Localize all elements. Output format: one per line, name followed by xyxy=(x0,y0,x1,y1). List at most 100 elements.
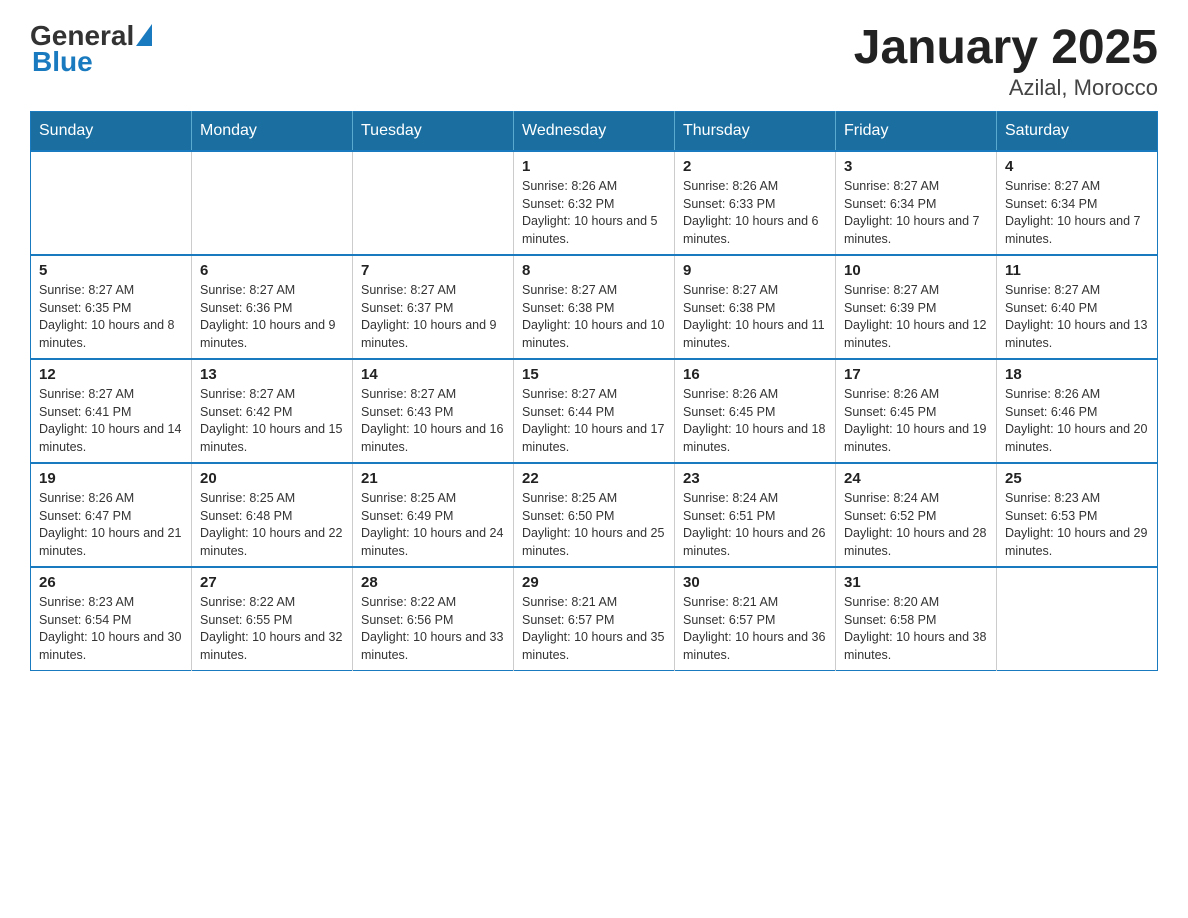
calendar-cell: 6 Sunrise: 8:27 AM Sunset: 6:36 PM Daylig… xyxy=(192,255,353,359)
weekday-header-sunday: Sunday xyxy=(31,112,192,152)
day-number: 29 xyxy=(522,574,666,591)
day-number: 26 xyxy=(39,574,183,591)
day-info: Sunrise: 8:26 AM Sunset: 6:45 PM Dayligh… xyxy=(844,386,988,456)
calendar-cell: 31Sunrise: 8:20 AM Sunset: 6:58 PM Dayli… xyxy=(836,567,997,671)
day-number: 12 xyxy=(39,366,183,383)
calendar-cell: 12 Sunrise: 8:27 AM Sunset: 6:41 PM Dayli… xyxy=(31,359,192,463)
calendar-cell: 7 Sunrise: 8:27 AM Sunset: 6:37 PM Daylig… xyxy=(353,255,514,359)
calendar-cell: 18 Sunrise: 8:26 AM Sunset: 6:46 PM Dayli… xyxy=(997,359,1158,463)
day-info: Sunrise: 8:27 AM Sunset: 6:41 PM Dayligh… xyxy=(39,386,183,456)
calendar-cell: 11Sunrise: 8:27 AM Sunset: 6:40 PM Dayli… xyxy=(997,255,1158,359)
calendar-cell xyxy=(997,567,1158,671)
calendar-week-5: 26 Sunrise: 8:23 AM Sunset: 6:54 PM Dayli… xyxy=(31,567,1158,671)
title-block: January 2025 Azilal, Morocco xyxy=(854,20,1158,101)
calendar-cell: 29Sunrise: 8:21 AM Sunset: 6:57 PM Dayli… xyxy=(514,567,675,671)
day-info: Sunrise: 8:25 AM Sunset: 6:49 PM Dayligh… xyxy=(361,490,505,560)
page-header: General Blue January 2025 Azilal, Morocc… xyxy=(30,20,1158,101)
day-number: 15 xyxy=(522,366,666,383)
day-info: Sunrise: 8:25 AM Sunset: 6:50 PM Dayligh… xyxy=(522,490,666,560)
day-number: 25 xyxy=(1005,470,1149,487)
day-info: Sunrise: 8:27 AM Sunset: 6:44 PM Dayligh… xyxy=(522,386,666,456)
calendar-cell: 20 Sunrise: 8:25 AM Sunset: 6:48 PM Dayli… xyxy=(192,463,353,567)
day-number: 4 xyxy=(1005,158,1149,175)
day-info: Sunrise: 8:26 AM Sunset: 6:33 PM Dayligh… xyxy=(683,178,827,248)
calendar-cell: 16 Sunrise: 8:26 AM Sunset: 6:45 PM Dayli… xyxy=(675,359,836,463)
calendar-cell xyxy=(353,151,514,255)
weekday-header-friday: Friday xyxy=(836,112,997,152)
calendar-cell: 27 Sunrise: 8:22 AM Sunset: 6:55 PM Dayli… xyxy=(192,567,353,671)
day-number: 10 xyxy=(844,262,988,279)
day-number: 16 xyxy=(683,366,827,383)
day-number: 3 xyxy=(844,158,988,175)
day-info: Sunrise: 8:22 AM Sunset: 6:55 PM Dayligh… xyxy=(200,594,344,664)
day-number: 21 xyxy=(361,470,505,487)
day-number: 18 xyxy=(1005,366,1149,383)
page-title: January 2025 xyxy=(854,20,1158,75)
day-info: Sunrise: 8:26 AM Sunset: 6:46 PM Dayligh… xyxy=(1005,386,1149,456)
weekday-header-saturday: Saturday xyxy=(997,112,1158,152)
day-number: 1 xyxy=(522,158,666,175)
day-info: Sunrise: 8:27 AM Sunset: 6:38 PM Dayligh… xyxy=(683,282,827,352)
day-info: Sunrise: 8:21 AM Sunset: 6:57 PM Dayligh… xyxy=(683,594,827,664)
day-number: 11 xyxy=(1005,262,1149,279)
calendar-cell: 21 Sunrise: 8:25 AM Sunset: 6:49 PM Dayli… xyxy=(353,463,514,567)
day-info: Sunrise: 8:26 AM Sunset: 6:45 PM Dayligh… xyxy=(683,386,827,456)
day-info: Sunrise: 8:25 AM Sunset: 6:48 PM Dayligh… xyxy=(200,490,344,560)
day-info: Sunrise: 8:27 AM Sunset: 6:38 PM Dayligh… xyxy=(522,282,666,352)
calendar-cell: 22 Sunrise: 8:25 AM Sunset: 6:50 PM Dayli… xyxy=(514,463,675,567)
calendar-cell: 5 Sunrise: 8:27 AM Sunset: 6:35 PM Daylig… xyxy=(31,255,192,359)
page-subtitle: Azilal, Morocco xyxy=(854,75,1158,101)
day-number: 27 xyxy=(200,574,344,591)
calendar-cell: 10Sunrise: 8:27 AM Sunset: 6:39 PM Dayli… xyxy=(836,255,997,359)
day-number: 5 xyxy=(39,262,183,279)
day-number: 30 xyxy=(683,574,827,591)
calendar-cell: 23 Sunrise: 8:24 AM Sunset: 6:51 PM Dayli… xyxy=(675,463,836,567)
day-info: Sunrise: 8:20 AM Sunset: 6:58 PM Dayligh… xyxy=(844,594,988,664)
calendar-cell: 2Sunrise: 8:26 AM Sunset: 6:33 PM Daylig… xyxy=(675,151,836,255)
calendar-cell: 9Sunrise: 8:27 AM Sunset: 6:38 PM Daylig… xyxy=(675,255,836,359)
calendar-cell: 1 Sunrise: 8:26 AM Sunset: 6:32 PM Daylig… xyxy=(514,151,675,255)
day-info: Sunrise: 8:27 AM Sunset: 6:35 PM Dayligh… xyxy=(39,282,183,352)
calendar-cell: 26 Sunrise: 8:23 AM Sunset: 6:54 PM Dayli… xyxy=(31,567,192,671)
day-number: 8 xyxy=(522,262,666,279)
calendar-week-2: 5 Sunrise: 8:27 AM Sunset: 6:35 PM Daylig… xyxy=(31,255,1158,359)
calendar-week-3: 12 Sunrise: 8:27 AM Sunset: 6:41 PM Dayli… xyxy=(31,359,1158,463)
weekday-header-wednesday: Wednesday xyxy=(514,112,675,152)
weekday-header-thursday: Thursday xyxy=(675,112,836,152)
calendar-cell: 4 Sunrise: 8:27 AM Sunset: 6:34 PM Daylig… xyxy=(997,151,1158,255)
day-number: 17 xyxy=(844,366,988,383)
calendar-cell: 13 Sunrise: 8:27 AM Sunset: 6:42 PM Dayli… xyxy=(192,359,353,463)
weekday-header-monday: Monday xyxy=(192,112,353,152)
calendar-cell xyxy=(192,151,353,255)
day-info: Sunrise: 8:24 AM Sunset: 6:51 PM Dayligh… xyxy=(683,490,827,560)
day-number: 13 xyxy=(200,366,344,383)
calendar-cell: 19Sunrise: 8:26 AM Sunset: 6:47 PM Dayli… xyxy=(31,463,192,567)
day-info: Sunrise: 8:23 AM Sunset: 6:54 PM Dayligh… xyxy=(39,594,183,664)
day-info: Sunrise: 8:27 AM Sunset: 6:37 PM Dayligh… xyxy=(361,282,505,352)
day-number: 20 xyxy=(200,470,344,487)
calendar-cell: 14 Sunrise: 8:27 AM Sunset: 6:43 PM Dayli… xyxy=(353,359,514,463)
day-info: Sunrise: 8:27 AM Sunset: 6:36 PM Dayligh… xyxy=(200,282,344,352)
day-number: 22 xyxy=(522,470,666,487)
day-number: 28 xyxy=(361,574,505,591)
calendar-cell: 30 Sunrise: 8:21 AM Sunset: 6:57 PM Dayli… xyxy=(675,567,836,671)
day-number: 6 xyxy=(200,262,344,279)
calendar-cell: 8 Sunrise: 8:27 AM Sunset: 6:38 PM Daylig… xyxy=(514,255,675,359)
day-info: Sunrise: 8:23 AM Sunset: 6:53 PM Dayligh… xyxy=(1005,490,1149,560)
day-info: Sunrise: 8:24 AM Sunset: 6:52 PM Dayligh… xyxy=(844,490,988,560)
day-info: Sunrise: 8:27 AM Sunset: 6:34 PM Dayligh… xyxy=(1005,178,1149,248)
calendar-cell xyxy=(31,151,192,255)
day-number: 7 xyxy=(361,262,505,279)
calendar-week-4: 19Sunrise: 8:26 AM Sunset: 6:47 PM Dayli… xyxy=(31,463,1158,567)
day-number: 23 xyxy=(683,470,827,487)
calendar-cell: 17 Sunrise: 8:26 AM Sunset: 6:45 PM Dayli… xyxy=(836,359,997,463)
day-info: Sunrise: 8:26 AM Sunset: 6:32 PM Dayligh… xyxy=(522,178,666,248)
day-info: Sunrise: 8:26 AM Sunset: 6:47 PM Dayligh… xyxy=(39,490,183,560)
day-info: Sunrise: 8:27 AM Sunset: 6:42 PM Dayligh… xyxy=(200,386,344,456)
calendar-cell: 15 Sunrise: 8:27 AM Sunset: 6:44 PM Dayli… xyxy=(514,359,675,463)
day-info: Sunrise: 8:27 AM Sunset: 6:43 PM Dayligh… xyxy=(361,386,505,456)
calendar-body: 1 Sunrise: 8:26 AM Sunset: 6:32 PM Daylig… xyxy=(31,151,1158,671)
day-number: 24 xyxy=(844,470,988,487)
day-number: 14 xyxy=(361,366,505,383)
calendar-cell: 28Sunrise: 8:22 AM Sunset: 6:56 PM Dayli… xyxy=(353,567,514,671)
